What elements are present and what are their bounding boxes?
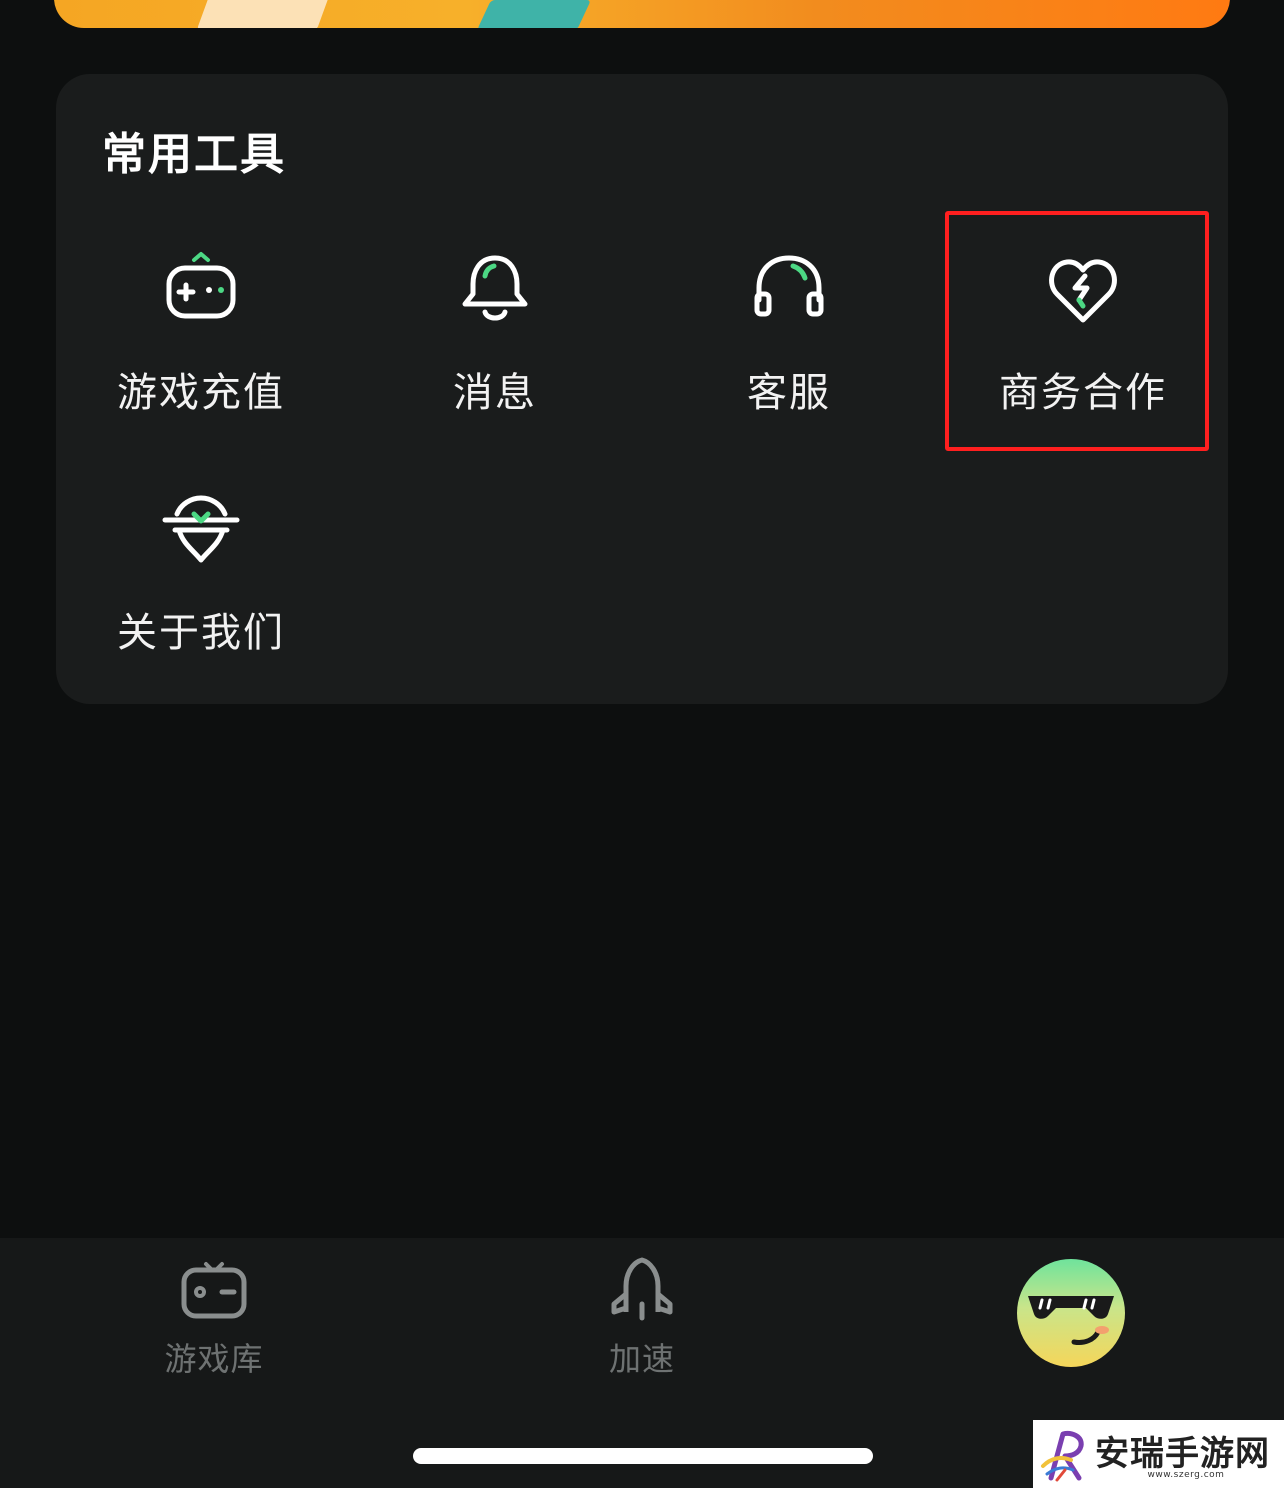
gamepad-recharge-icon	[166, 252, 236, 319]
top-banner[interactable]	[54, 0, 1230, 28]
tab-game-library[interactable]: 游戏库	[84, 1238, 344, 1388]
banner-decoration	[196, 0, 332, 28]
tool-label: 关于我们	[117, 610, 285, 656]
section-title: 常用工具	[102, 129, 286, 180]
tab-label: 游戏库	[164, 1340, 264, 1378]
highlight-box	[945, 211, 1209, 451]
gamepad-icon	[181, 1262, 247, 1319]
watermark: 安瑞手游网 www.szerg.com	[1033, 1420, 1284, 1488]
tool-label: 消息	[453, 370, 537, 416]
tool-label: 客服	[747, 370, 831, 416]
tool-customer-service[interactable]: 客服	[642, 220, 936, 460]
home-indicator[interactable]	[413, 1448, 873, 1464]
about-heart-logo-icon	[162, 495, 240, 563]
watermark-r-logo-icon	[1041, 1431, 1084, 1482]
tool-label: 游戏充值	[117, 370, 285, 416]
tool-about-us[interactable]: 关于我们	[54, 460, 348, 700]
bell-icon	[462, 255, 528, 321]
headset-icon	[754, 255, 824, 317]
banner-decoration	[477, 0, 591, 28]
watermark-text: 安瑞手游网	[1095, 1434, 1270, 1474]
rocket-icon	[611, 1257, 673, 1321]
watermark-url: www.szerg.com	[1147, 1470, 1225, 1480]
tool-messages[interactable]: 消息	[348, 220, 642, 460]
profile-avatar[interactable]	[1016, 1258, 1126, 1368]
tab-label: 加速	[608, 1340, 675, 1378]
tab-accelerate[interactable]: 加速	[512, 1238, 772, 1388]
tool-game-recharge[interactable]: 游戏充值	[54, 220, 348, 460]
